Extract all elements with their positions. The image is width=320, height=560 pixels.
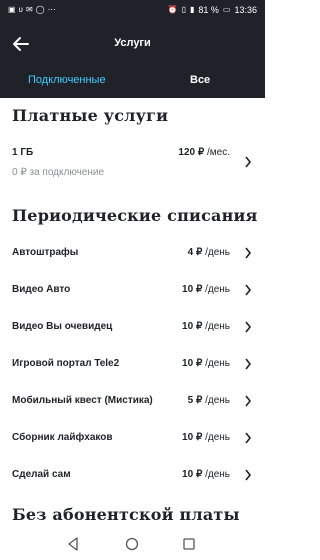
status-bar: ▣ ʋ ✉ ◯ ⋯ ⏰ ▯ ▮ 81 % ▭ 13:36 — [0, 0, 265, 22]
chevron-right-icon — [245, 432, 252, 444]
back-triangle-icon[interactable] — [66, 537, 80, 551]
service-name: Сборник лайфхаков — [12, 432, 113, 443]
section-title-paid: Платные услуги — [12, 106, 169, 125]
chevron-right-icon — [245, 284, 252, 296]
service-name: 1 ГБ — [12, 147, 34, 158]
service-price: 10 ₽ /день — [182, 469, 230, 480]
recents-square-icon[interactable] — [182, 537, 196, 551]
service-row[interactable]: Сделай сам 10 ₽ /день — [0, 460, 265, 497]
alarm-icon: ⏰ — [167, 5, 178, 14]
notification-icon: ▣ — [8, 5, 16, 14]
chevron-right-icon — [245, 358, 252, 370]
whatsapp-icon: ◯ — [35, 5, 45, 14]
services-list[interactable]: Платные услуги 1 ГБ 120 ₽ /мес. 0 ₽ за п… — [0, 98, 265, 529]
service-row[interactable]: Мобильный квест (Мистика) 5 ₽ /день — [0, 386, 265, 423]
service-row[interactable]: Игровой портал Tele2 10 ₽ /день — [0, 349, 265, 386]
service-name: Игровой портал Tele2 — [12, 358, 120, 369]
service-connection-fee: 0 ₽ за подключение — [12, 167, 105, 178]
clock: 13:36 — [234, 5, 257, 15]
signal-icon: ▮ — [189, 5, 195, 14]
service-price: 10 ₽ /день — [182, 358, 230, 369]
service-price: 10 ₽ /день — [182, 321, 230, 332]
service-row-1gb[interactable]: 1 ГБ 120 ₽ /мес. 0 ₽ за подключение — [0, 138, 265, 186]
service-row[interactable]: Автоштрафы 4 ₽ /день — [0, 238, 265, 275]
vk-icon: ʋ — [18, 5, 23, 14]
service-row[interactable]: Видео Авто 10 ₽ /день — [0, 275, 265, 312]
chevron-right-icon — [245, 395, 252, 407]
chevron-right-icon — [245, 321, 252, 333]
service-price: 5 ₽ /день — [187, 395, 230, 406]
system-nav-bar — [0, 529, 265, 560]
service-price: 120 ₽ /мес. — [178, 147, 230, 158]
service-name: Мобильный квест (Мистика) — [12, 395, 153, 406]
section-title-free: Без абонентской платы — [12, 505, 240, 524]
service-row[interactable]: Сборник лайфхаков 10 ₽ /день — [0, 423, 265, 460]
dots-icon: ⋯ — [47, 5, 56, 14]
battery-percent: 81 % — [198, 5, 219, 15]
battery-icon: ▭ — [222, 5, 231, 14]
service-row[interactable]: Видео Вы очевидец 10 ₽ /день — [0, 312, 265, 349]
chevron-right-icon — [245, 469, 252, 481]
mail-icon: ✉ — [25, 5, 33, 14]
service-price: 10 ₽ /день — [182, 284, 230, 295]
service-name: Видео Вы очевидец — [12, 321, 113, 332]
page-title: Услуги — [114, 37, 151, 49]
service-name: Сделай сам — [12, 469, 71, 480]
service-name: Видео Авто — [12, 284, 71, 295]
tab-connected[interactable]: Подключенные — [28, 74, 106, 86]
chevron-right-icon — [245, 156, 252, 168]
vibrate-icon: ▯ — [181, 5, 186, 14]
home-circle-icon[interactable] — [125, 537, 139, 551]
service-price: 10 ₽ /день — [182, 432, 230, 443]
app-header: Услуги Подключенные Все — [0, 22, 265, 98]
service-name: Автоштрафы — [12, 247, 79, 258]
chevron-right-icon — [245, 247, 252, 259]
service-price: 4 ₽ /день — [187, 247, 230, 258]
section-title-periodic: Периодические списания — [12, 206, 258, 225]
tab-all[interactable]: Все — [190, 74, 210, 86]
